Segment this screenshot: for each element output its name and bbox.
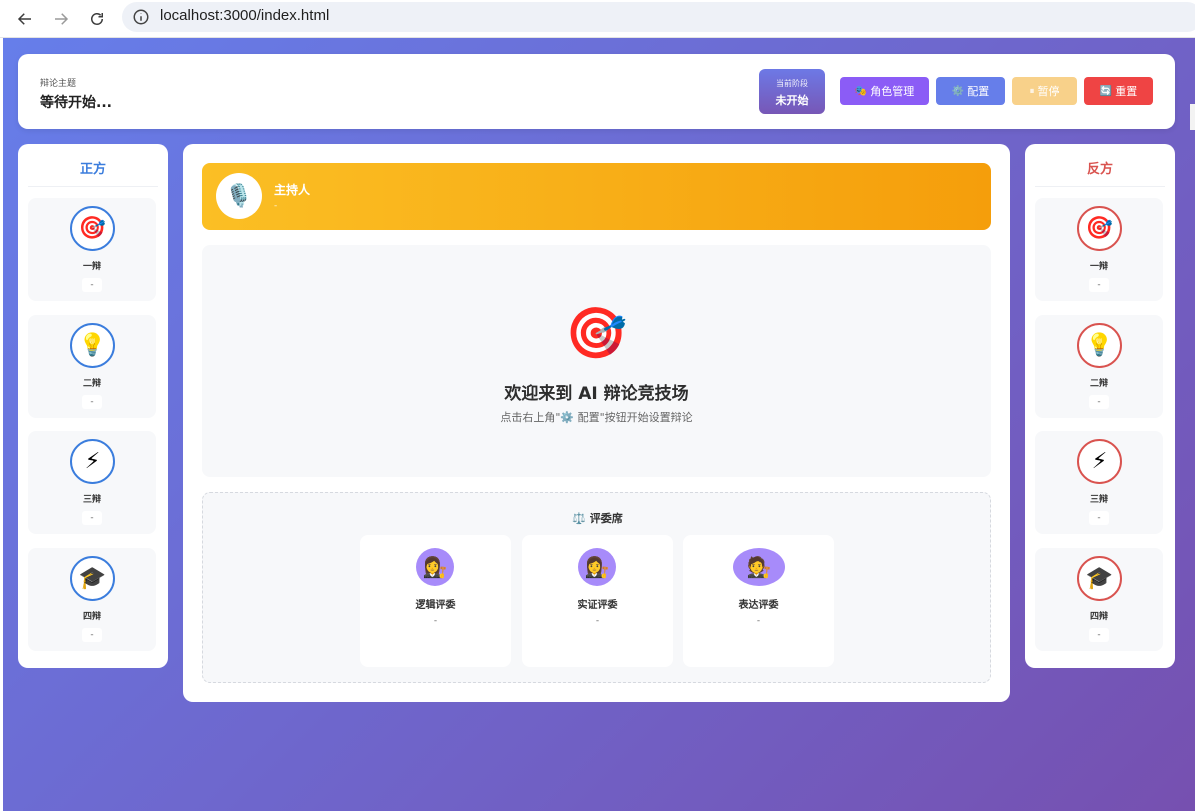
- judge-card-evidence[interactable]: 👩‍⚖️ 实证评委 -: [522, 535, 673, 667]
- debater-model: -: [1089, 511, 1109, 525]
- light-bulb-icon: 💡: [70, 323, 115, 368]
- debater-model: -: [1089, 628, 1109, 642]
- masks-icon: 🎭: [854, 85, 868, 97]
- reset-button[interactable]: 🔄 重置: [1084, 77, 1153, 105]
- debater-name: 二辩: [1089, 379, 1108, 389]
- graduation-cap-icon: 🎓: [1077, 556, 1122, 601]
- judges-title: ⚖️ 评委席: [572, 512, 623, 525]
- debater-model: -: [82, 278, 102, 292]
- debater-model: -: [82, 628, 102, 642]
- page-edge: [1190, 104, 1195, 130]
- negative-panel: 反方 🎯 一辩 - 💡 二辩 - ⚡ 三辩 - 🎓 四辩 -: [1025, 144, 1175, 668]
- target-icon: 🎯: [70, 206, 115, 251]
- debater-model: -: [82, 395, 102, 409]
- debater-name: 四辩: [1089, 612, 1108, 622]
- debater-name: 四辩: [82, 612, 101, 622]
- back-icon[interactable]: [12, 6, 38, 32]
- lightning-icon: ⚡: [70, 439, 115, 484]
- config-label: 配置: [967, 85, 990, 98]
- judge-name: 表达评委: [738, 600, 779, 611]
- reset-label: 重置: [1115, 85, 1138, 98]
- affirmative-title: 正方: [28, 158, 158, 187]
- welcome-title: 欢迎来到 AI 辩论竞技场: [504, 384, 689, 404]
- browser-toolbar: localhost:3000/index.html: [0, 0, 1195, 38]
- pause-label: 暂停: [1037, 85, 1060, 98]
- lightning-icon: ⚡: [1077, 439, 1122, 484]
- url-text[interactable]: localhost:3000/index.html: [160, 7, 329, 24]
- negative-debater-2[interactable]: 💡 二辩 -: [1035, 315, 1163, 418]
- role-management-label: 角色管理: [870, 85, 915, 98]
- debater-name: 二辩: [82, 379, 101, 389]
- judge-name: 逻辑评委: [415, 600, 456, 611]
- debater-name: 一辩: [1089, 262, 1108, 272]
- judge-model: -: [433, 616, 438, 626]
- affirmative-debater-3[interactable]: ⚡ 三辩 -: [28, 431, 156, 534]
- pause-icon: ⏸: [1029, 85, 1035, 97]
- phase-value: 未开始: [775, 94, 809, 107]
- host-model: -: [274, 201, 278, 211]
- negative-debater-1[interactable]: 🎯 一辩 -: [1035, 198, 1163, 301]
- debater-name: 一辩: [82, 262, 101, 272]
- debater-model: -: [82, 511, 102, 525]
- judge-card-expression[interactable]: 🧑‍⚖️ 表达评委 -: [683, 535, 834, 667]
- welcome-hint: 点击右上角"⚙️ 配置"按钮开始设置辩论: [500, 411, 693, 424]
- phase-badge: 当前阶段 未开始: [759, 69, 825, 114]
- host-name: 主持人: [274, 183, 311, 197]
- affirmative-panel: 正方 🎯 一辩 - 💡 二辩 - ⚡ 三辩 - 🎓 四辩 -: [18, 144, 168, 668]
- negative-debater-4[interactable]: 🎓 四辩 -: [1035, 548, 1163, 651]
- debater-model: -: [1089, 395, 1109, 409]
- graduation-cap-icon: 🎓: [70, 556, 115, 601]
- judges-panel: ⚖️ 评委席 👩‍⚖️ 逻辑评委 - 👩‍⚖️ 实证评委 - 🧑‍⚖️ 表达评委…: [202, 492, 991, 683]
- target-icon: 🎯: [565, 304, 628, 362]
- judge-model: -: [756, 616, 761, 626]
- light-bulb-icon: 💡: [1077, 323, 1122, 368]
- judge-name: 实证评委: [577, 600, 618, 611]
- debater-name: 三辩: [82, 495, 101, 505]
- target-icon: 🎯: [1077, 206, 1122, 251]
- microphone-icon: 🎙️: [216, 173, 262, 219]
- debater-name: 三辩: [1089, 495, 1108, 505]
- welcome-panel: 🎯 欢迎来到 AI 辩论竞技场 点击右上角"⚙️ 配置"按钮开始设置辩论: [202, 245, 991, 477]
- reload-icon[interactable]: [84, 6, 110, 32]
- debate-stage: 🎙️ 主持人 - 🎯 欢迎来到 AI 辩论竞技场 点击右上角"⚙️ 配置"按钮开…: [183, 144, 1010, 702]
- config-button[interactable]: ⚙️ 配置: [936, 77, 1005, 105]
- judge-icon: 👩‍⚖️: [578, 548, 616, 586]
- app-header: 辩论主题 等待开始... 当前阶段 未开始 🎭 角色管理 ⚙️ 配置 ⏸ 暂停 …: [18, 54, 1175, 129]
- site-info-icon[interactable]: [132, 8, 150, 26]
- topic-label: 辩论主题: [40, 79, 77, 89]
- address-bar[interactable]: localhost:3000/index.html: [122, 2, 1195, 32]
- negative-debater-3[interactable]: ⚡ 三辩 -: [1035, 431, 1163, 534]
- affirmative-debater-1[interactable]: 🎯 一辩 -: [28, 198, 156, 301]
- debater-model: -: [1089, 278, 1109, 292]
- forward-icon[interactable]: [48, 6, 74, 32]
- judge-card-logic[interactable]: 👩‍⚖️ 逻辑评委 -: [360, 535, 511, 667]
- judge-icon: 🧑‍⚖️: [733, 548, 785, 586]
- role-management-button[interactable]: 🎭 角色管理: [840, 77, 929, 105]
- refresh-icon: 🔄: [1099, 85, 1113, 97]
- judge-icon: 👩‍⚖️: [416, 548, 454, 586]
- negative-title: 反方: [1035, 158, 1165, 187]
- judge-model: -: [595, 616, 600, 626]
- affirmative-debater-4[interactable]: 🎓 四辩 -: [28, 548, 156, 651]
- affirmative-debater-2[interactable]: 💡 二辩 -: [28, 315, 156, 418]
- topic-value: 等待开始...: [40, 95, 112, 111]
- host-card[interactable]: 🎙️ 主持人 -: [202, 163, 991, 230]
- gear-icon: ⚙️: [951, 85, 965, 97]
- pause-button[interactable]: ⏸ 暂停: [1012, 77, 1077, 105]
- phase-label: 当前阶段: [776, 79, 808, 88]
- app-page: 辩论主题 等待开始... 当前阶段 未开始 🎭 角色管理 ⚙️ 配置 ⏸ 暂停 …: [3, 38, 1195, 811]
